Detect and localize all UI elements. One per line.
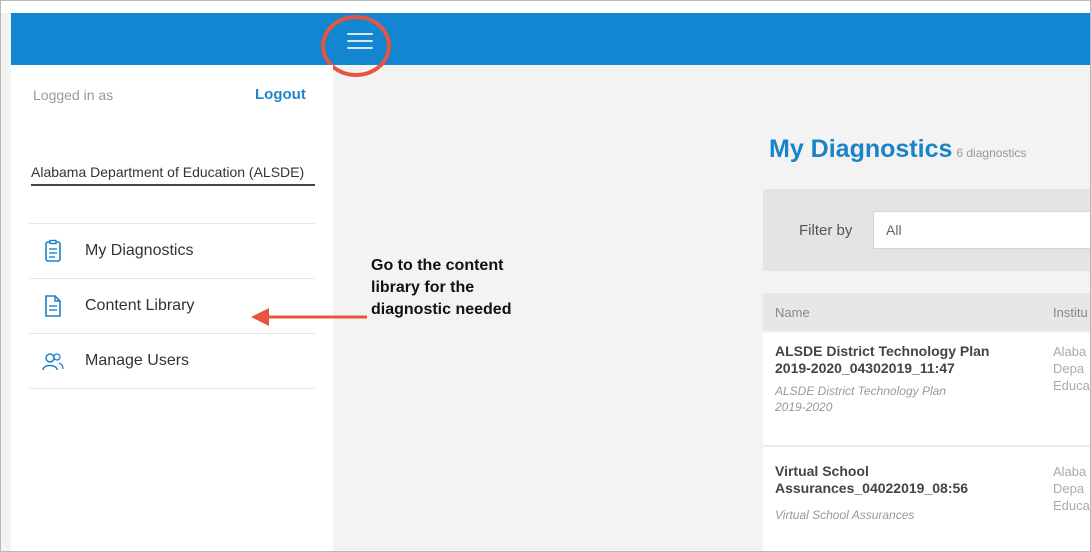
institution-line: Depa <box>1053 361 1085 376</box>
institution-line: Alaba <box>1053 464 1087 479</box>
sidebar-item-label: Manage Users <box>85 352 190 369</box>
annotation-line: Go to the content <box>371 257 504 274</box>
app-window: Logged in as Logout Alabama Department o… <box>0 0 1091 552</box>
institution-line: Alaba <box>1053 344 1087 359</box>
top-margin <box>1 1 1090 13</box>
organization-name: Alabama Department of Education (ALSDE) <box>31 165 315 186</box>
table-header: Name Institu <box>763 293 1090 331</box>
table-row[interactable]: ALSDE District Technology Plan 2019-2020… <box>763 333 1090 447</box>
filter-label: Filter by <box>799 222 853 239</box>
diagnostic-name-line: 2019-2020_04302019_11:47 <box>775 360 955 376</box>
page-title: My Diagnostics 6 diagnostics <box>769 135 1026 164</box>
filter-bar: Filter by All <box>763 189 1090 271</box>
diagnostic-template-line: 2019-2020 <box>775 400 833 414</box>
clipboard-icon <box>45 239 61 262</box>
diagnostic-template: Virtual School Assurances <box>775 507 1005 523</box>
diagnostic-name[interactable]: Virtual School Assurances_04022019_08:56 <box>775 463 1035 497</box>
column-header-name[interactable]: Name <box>775 305 810 320</box>
diagnostic-template-line: ALSDE District Technology Plan <box>775 384 946 398</box>
logged-in-label: Logged in as <box>33 87 114 103</box>
users-icon <box>42 353 64 371</box>
sidebar-item-manage-users[interactable]: Manage Users <box>29 333 315 389</box>
institution-line: Educa <box>1053 378 1090 393</box>
annotation-line: diagnostic needed <box>371 301 512 318</box>
diagnostic-name[interactable]: ALSDE District Technology Plan 2019-2020… <box>775 343 1035 377</box>
institution-cell: Alaba Depa Educa <box>1053 343 1090 394</box>
institution-line: Educa <box>1053 498 1090 513</box>
column-header-institution[interactable]: Institu <box>1053 305 1088 320</box>
table-row[interactable]: Virtual School Assurances_04022019_08:56… <box>763 447 1090 551</box>
diagnostic-template: ALSDE District Technology Plan 2019-2020 <box>775 383 1005 415</box>
annotation-line: library for the <box>371 279 475 296</box>
document-icon <box>45 295 61 317</box>
sidebar-item-my-diagnostics[interactable]: My Diagnostics <box>29 223 315 278</box>
filter-select[interactable]: All <box>873 211 1090 249</box>
sidebar-item-label: Content Library <box>85 297 195 314</box>
diagnostic-name-line: ALSDE District Technology Plan <box>775 343 990 359</box>
diagnostic-name-line: Assurances_04022019_08:56 <box>775 480 969 496</box>
top-nav-bar <box>11 13 1090 65</box>
page-title-text: My Diagnostics <box>769 135 953 163</box>
annotation-text: Go to the content library for the diagno… <box>371 255 511 321</box>
diagnostic-name-line: Virtual School <box>775 463 869 479</box>
annotation-arrow <box>251 308 367 326</box>
sidebar-item-label: My Diagnostics <box>85 242 194 259</box>
diagnostic-template-line: Virtual School Assurances <box>775 508 915 522</box>
institution-line: Depa <box>1053 481 1085 496</box>
institution-cell: Alaba Depa Educa <box>1053 463 1090 514</box>
logout-link[interactable]: Logout <box>255 86 306 103</box>
diagnostics-count: 6 diagnostics <box>956 146 1027 160</box>
